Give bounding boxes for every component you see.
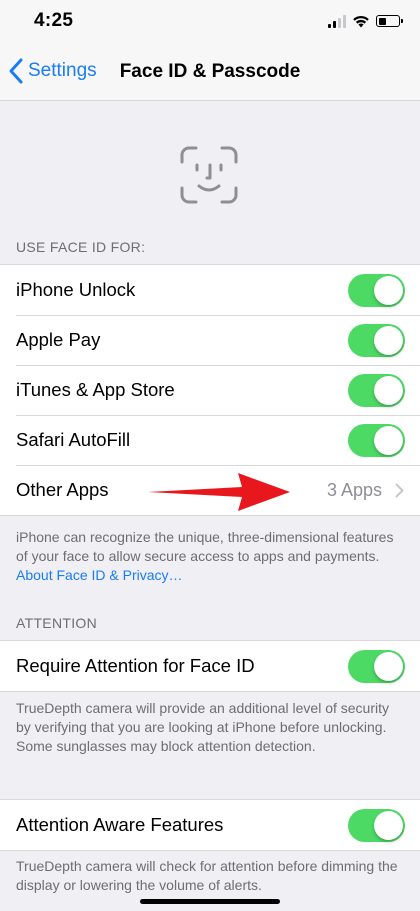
toggle-knob xyxy=(374,811,403,840)
itunes-app-store-toggle[interactable] xyxy=(348,374,405,407)
row-label: iTunes & App Store xyxy=(16,379,175,400)
toggle-knob xyxy=(374,426,403,455)
require-attention-footnote: TrueDepth camera will provide an additio… xyxy=(16,700,389,754)
about-faceid-privacy-link[interactable]: About Face ID & Privacy… xyxy=(16,567,183,583)
row-apple-pay: Apple Pay xyxy=(0,315,420,365)
status-icons xyxy=(328,14,403,28)
faceid-graphic-area xyxy=(0,100,420,230)
row-label: Other Apps xyxy=(16,479,109,500)
row-require-attention: Require Attention for Face ID xyxy=(0,641,420,691)
navigation-bar: Settings Face ID & Passcode xyxy=(0,44,420,101)
attention-group: Require Attention for Face ID xyxy=(0,640,420,692)
row-label: Apple Pay xyxy=(16,329,101,350)
wifi-icon xyxy=(353,15,369,27)
section-header-attention: ATTENTION xyxy=(16,615,97,631)
toggle-knob xyxy=(374,376,403,405)
faceid-icon xyxy=(180,146,238,204)
require-attention-toggle[interactable] xyxy=(348,650,405,683)
attention-aware-footnote: TrueDepth camera will check for attentio… xyxy=(16,858,398,893)
page-title: Face ID & Passcode xyxy=(0,61,420,83)
row-label: iPhone Unlock xyxy=(16,279,136,300)
apple-pay-toggle[interactable] xyxy=(348,324,405,357)
attention-aware-toggle[interactable] xyxy=(348,809,405,842)
safari-autofill-toggle[interactable] xyxy=(348,424,405,457)
row-safari-autofill: Safari AutoFill xyxy=(0,415,420,465)
row-label: Attention Aware Features xyxy=(16,814,224,835)
toggle-knob xyxy=(374,326,403,355)
battery-icon xyxy=(376,15,403,27)
row-label: Require Attention for Face ID xyxy=(16,655,255,676)
row-attention-aware: Attention Aware Features xyxy=(0,800,420,850)
row-itunes-app-store: iTunes & App Store xyxy=(0,365,420,415)
red-arrow-annotation xyxy=(148,473,290,511)
status-bar: 4:25 xyxy=(0,0,420,44)
chevron-right-icon xyxy=(395,483,404,498)
page-title-text: Face ID & Passcode xyxy=(119,61,301,82)
row-iphone-unlock: iPhone Unlock xyxy=(0,265,420,315)
row-label: Safari AutoFill xyxy=(16,429,131,450)
status-time: 4:25 xyxy=(34,10,74,31)
home-indicator xyxy=(140,899,280,904)
footnote-text: iPhone can recognize the unique, three-d… xyxy=(16,529,394,564)
iphone-unlock-toggle[interactable] xyxy=(348,274,405,307)
attention-aware-group: Attention Aware Features xyxy=(0,799,420,851)
use-faceid-footnote: iPhone can recognize the unique, three-d… xyxy=(16,528,404,585)
screen: 4:25 Settings Face ID & Passcode USE FAC… xyxy=(0,0,420,911)
other-apps-count: 3 Apps xyxy=(326,480,382,500)
cellular-signal-icon xyxy=(328,14,346,28)
toggle-knob xyxy=(374,276,403,305)
toggle-knob xyxy=(374,652,403,681)
section-header-use-faceid: USE FACE ID FOR: xyxy=(16,239,146,255)
battery-fill xyxy=(378,17,386,25)
